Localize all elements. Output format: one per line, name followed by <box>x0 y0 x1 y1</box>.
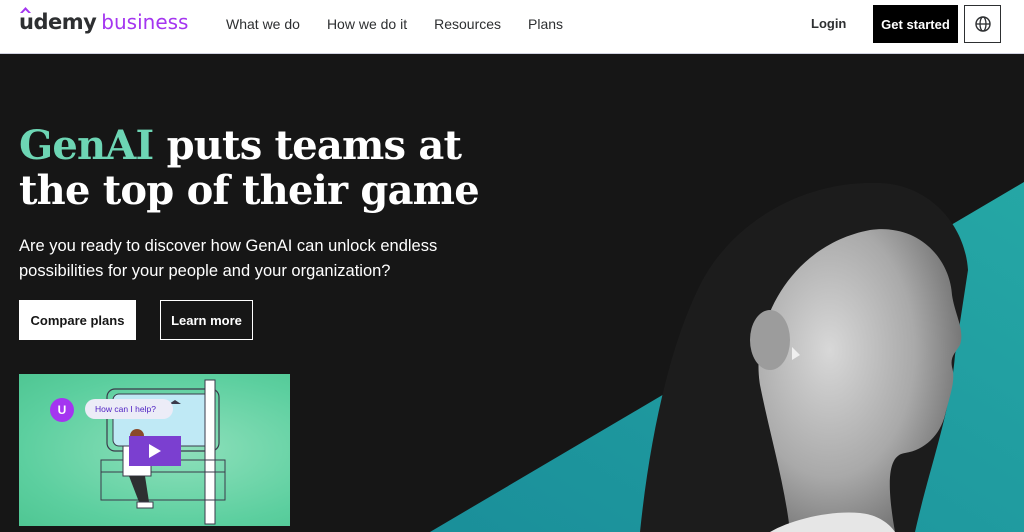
headline-accent: GenAI <box>19 122 154 169</box>
hero-subtext: Are you ready to discover how GenAI can … <box>19 237 438 280</box>
play-button[interactable] <box>129 436 181 466</box>
chat-bubble: How can I help? <box>85 399 173 419</box>
nav-resources[interactable]: Resources <box>434 16 501 32</box>
logo-text-udemy: udemy <box>19 10 97 34</box>
nav-plans[interactable]: Plans <box>528 16 563 32</box>
play-icon <box>149 444 161 458</box>
compare-plans-button[interactable]: Compare plans <box>19 300 136 340</box>
udemy-business-logo[interactable]: udemy business <box>19 7 189 38</box>
headline-rest: puts teams at <box>153 122 462 169</box>
login-link[interactable]: Login <box>811 16 846 31</box>
main-nav: What we do How we do it Resources Plans <box>226 0 590 48</box>
logo-text-business: business <box>101 10 189 34</box>
headline-line-2: the top of their game <box>19 167 480 214</box>
learn-more-button[interactable]: Learn more <box>160 300 253 340</box>
hero-headline: GenAI puts teams at the top of their gam… <box>19 122 480 214</box>
get-started-button[interactable]: Get started <box>873 5 958 43</box>
hero-section: GenAI puts teams at the top of their gam… <box>0 55 1024 532</box>
chat-avatar: U <box>50 398 74 422</box>
ear <box>750 310 790 370</box>
globe-icon <box>974 16 991 32</box>
site-header: udemy business What we do How we do it R… <box>0 0 1024 54</box>
nav-how-we-do-it[interactable]: How we do it <box>327 16 407 32</box>
logo-hat-icon <box>20 7 31 13</box>
nav-what-we-do[interactable]: What we do <box>226 16 300 32</box>
video-thumbnail[interactable]: U How can I help? <box>19 374 290 526</box>
language-button[interactable] <box>964 5 1001 43</box>
